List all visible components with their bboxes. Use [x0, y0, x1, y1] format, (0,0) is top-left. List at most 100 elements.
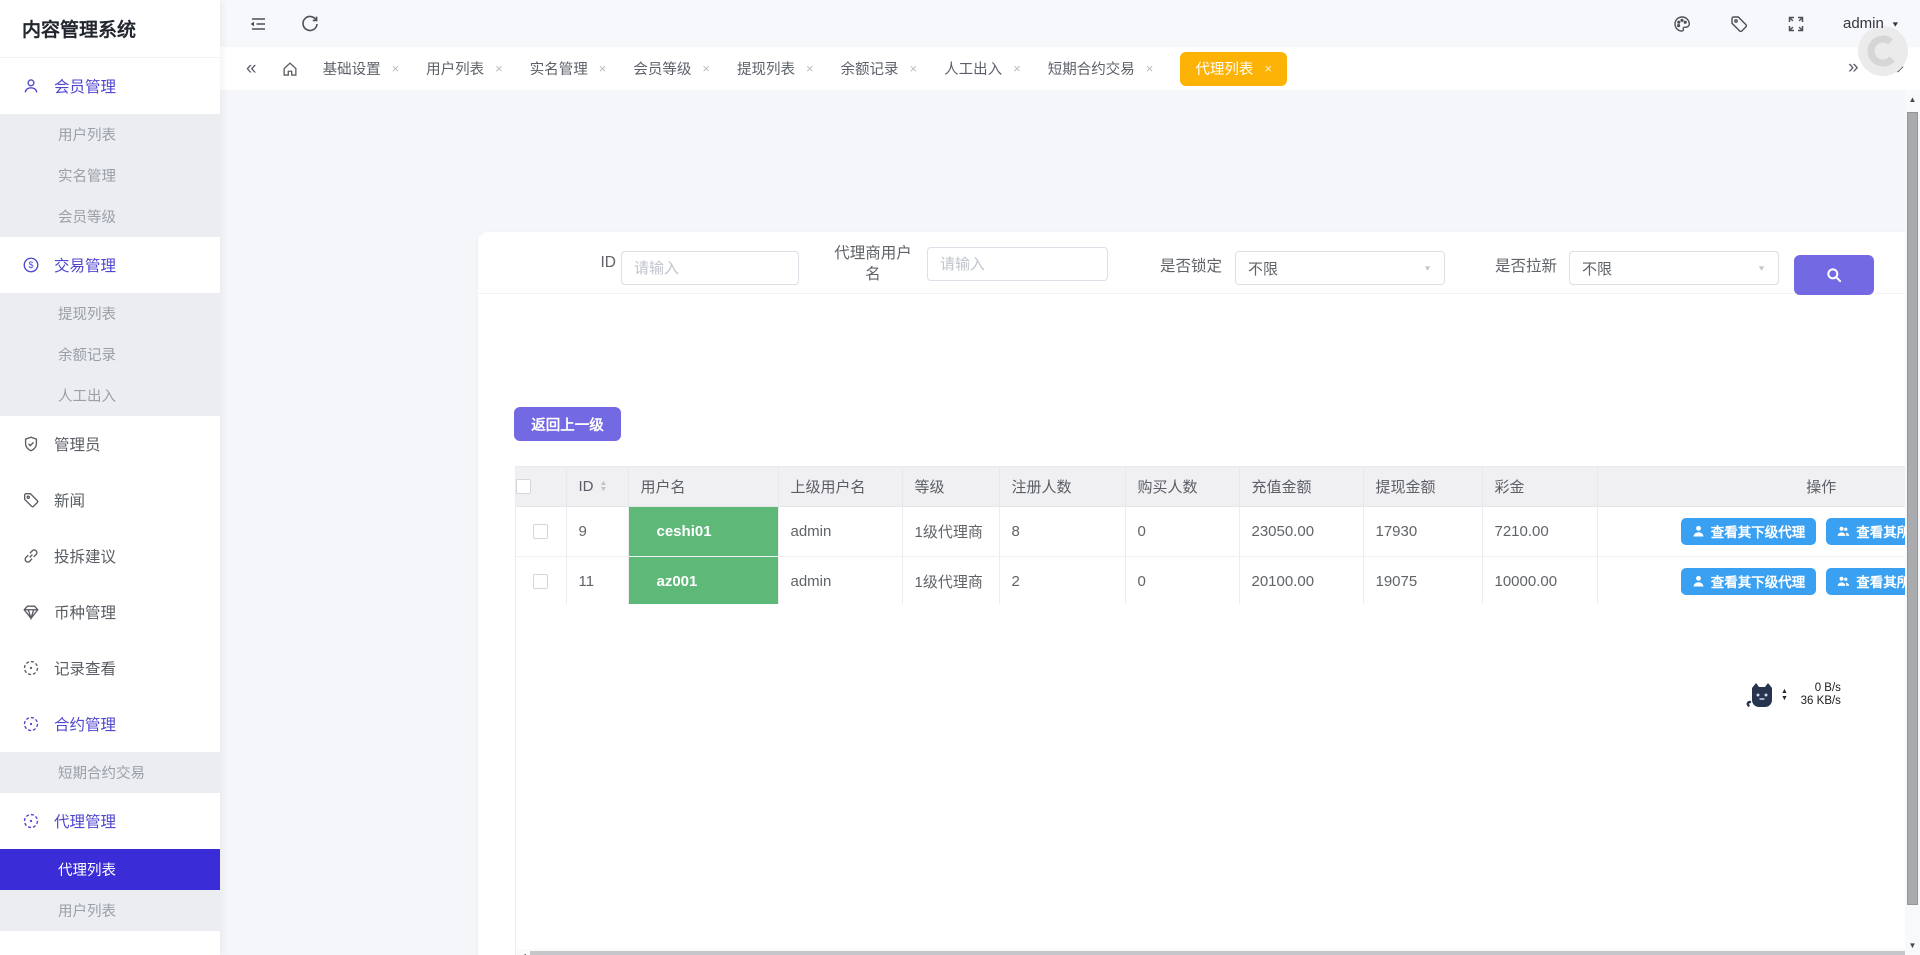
tab-user-list[interactable]: 用户列表 × [426, 58, 503, 79]
sidebar-item-currency-management[interactable]: 币种管理 [0, 584, 220, 640]
col-id[interactable]: ID▲▼ [566, 467, 628, 506]
horizontal-scrollbar[interactable]: ◀ ▶ [516, 949, 1920, 955]
sidebar-submenu-agent: 代理列表 用户列表 [0, 849, 220, 931]
content-card: ID 代理商用户名 是否锁定 不限 ▼ 是否拉新 不限 ▼ 返回 [478, 232, 1920, 955]
lock-filter-select[interactable]: 不限 ▼ [1235, 251, 1445, 285]
close-tab-icon[interactable]: × [1013, 62, 1021, 75]
cell-bonus: 10000.00 [1482, 556, 1597, 606]
tab-basic-settings[interactable]: 基础设置 × [323, 58, 400, 79]
sidebar-submenu-member: 用户列表 实名管理 会员等级 [0, 114, 220, 237]
cell-purchased: 0 [1125, 556, 1239, 606]
people-icon [1837, 525, 1850, 538]
user-icon [22, 77, 40, 95]
col-recharge: 充值金额 [1239, 467, 1363, 506]
close-tab-icon[interactable]: × [599, 62, 607, 75]
lock-filter-label: 是否锁定 [1160, 254, 1222, 276]
sidebar-item-feedback[interactable]: 投拆建议 [0, 528, 220, 584]
view-sub-agents-button[interactable]: 查看其下级代理 [1681, 518, 1817, 545]
sidebar-subitem-realname[interactable]: 实名管理 [0, 155, 220, 196]
close-tab-icon[interactable]: × [1264, 62, 1272, 75]
tab-agent-list[interactable]: 代理列表 × [1180, 52, 1287, 86]
col-bonus: 彩金 [1482, 467, 1597, 506]
sidebar: 内容管理系统 会员管理 用户列表 实名管理 会员等级 $ 交易管理 提现列表 余… [0, 0, 220, 955]
col-registered: 注册人数 [999, 467, 1125, 506]
invite-filter-label: 是否拉新 [1495, 254, 1557, 276]
tab-member-level[interactable]: 会员等级 × [633, 58, 710, 79]
sidebar-item-admin[interactable]: 管理员 [0, 416, 220, 472]
cell-bonus: 7210.00 [1482, 506, 1597, 556]
close-tab-icon[interactable]: × [392, 62, 400, 75]
sidebar-item-contract-management[interactable]: 合约管理 [0, 696, 220, 752]
horizontal-scrollbar-thumb[interactable] [530, 951, 1920, 955]
sidebar-item-label: 投拆建议 [54, 545, 116, 567]
agent-name-filter-label: 代理商用户名 [830, 243, 916, 285]
id-filter-label: ID [566, 254, 616, 272]
navbar: admin ▼ [220, 0, 1920, 47]
network-speed-widget[interactable]: ▲ ▼ 0 B/s 36 KB/s [1746, 680, 1841, 709]
close-tab-icon[interactable]: × [1146, 62, 1154, 75]
close-tab-icon[interactable]: × [806, 62, 814, 75]
scroll-down-arrow-icon[interactable]: ▼ [1905, 941, 1920, 950]
refresh-icon[interactable] [300, 14, 320, 34]
sidebar-submenu-trade: 提现列表 余额记录 人工出入 [0, 293, 220, 416]
sidebar-item-member-management[interactable]: 会员管理 [0, 58, 220, 114]
sidebar-item-records-view[interactable]: 记录查看 [0, 640, 220, 696]
sidebar-subitem-withdraw-list[interactable]: 提现列表 [0, 293, 220, 334]
sidebar-item-agent-management[interactable]: 代理管理 [0, 793, 220, 849]
search-button[interactable] [1794, 255, 1874, 295]
cell-withdraw: 17930 [1363, 506, 1482, 556]
sidebar-item-trade-management[interactable]: $ 交易管理 [0, 237, 220, 293]
sidebar-item-news[interactable]: 新闻 [0, 472, 220, 528]
scroll-tabs-right-icon[interactable]: » [1848, 58, 1859, 77]
theme-palette-icon[interactable] [1672, 14, 1692, 34]
invite-filter-select[interactable]: 不限 ▼ [1569, 251, 1779, 285]
tab-withdraw-list[interactable]: 提现列表 × [737, 58, 814, 79]
cell-level: 1级代理商 [902, 506, 999, 556]
person-icon [1692, 575, 1705, 588]
row-checkbox[interactable] [533, 574, 548, 589]
collapse-menu-icon[interactable] [248, 14, 268, 34]
sidebar-subitem-manual-inout[interactable]: 人工出入 [0, 375, 220, 416]
fullscreen-icon[interactable] [1786, 14, 1806, 34]
tag-icon[interactable] [1729, 14, 1749, 34]
link-icon [22, 547, 40, 565]
shield-check-icon [22, 435, 40, 453]
tab-short-contract[interactable]: 短期合约交易 × [1048, 58, 1154, 79]
sidebar-subitem-short-contract[interactable]: 短期合约交易 [0, 752, 220, 793]
user-menu[interactable]: admin ▼ [1843, 15, 1900, 32]
back-to-parent-button[interactable]: 返回上一级 [514, 407, 621, 441]
select-all-checkbox[interactable] [516, 479, 531, 494]
sort-icon[interactable]: ▲▼ [600, 481, 607, 493]
scroll-tabs-left-icon[interactable]: « [246, 59, 257, 78]
close-tab-icon[interactable]: × [495, 62, 503, 75]
col-username: 用户名 [628, 467, 778, 506]
sidebar-subitem-agent-user-list[interactable]: 用户列表 [0, 890, 220, 931]
sidebar-subitem-agent-list[interactable]: 代理列表 [0, 849, 220, 890]
row-checkbox[interactable] [533, 524, 548, 539]
vertical-scrollbar[interactable]: ▲ ▼ [1905, 90, 1920, 955]
screen: 内容管理系统 会员管理 用户列表 实名管理 会员等级 $ 交易管理 提现列表 余… [0, 0, 1920, 955]
cat-icon [1746, 680, 1776, 709]
sidebar-item-label: 合约管理 [54, 713, 116, 735]
history-icon [22, 812, 40, 830]
agent-name-filter-input[interactable] [927, 247, 1108, 281]
sidebar-subitem-member-level[interactable]: 会员等级 [0, 196, 220, 237]
sidebar-item-label: 管理员 [54, 433, 101, 455]
scroll-up-arrow-icon[interactable]: ▲ [1905, 95, 1920, 104]
tab-manual-inout[interactable]: 人工出入 × [944, 58, 1021, 79]
agents-table: ID▲▼ 用户名 上级用户名 等级 注册人数 购买人数 充值金额 提现金额 彩金… [515, 466, 1920, 955]
id-filter-input[interactable] [621, 251, 799, 285]
sidebar-subitem-user-list[interactable]: 用户列表 [0, 114, 220, 155]
tab-realname[interactable]: 实名管理 × [530, 58, 607, 79]
sidebar-subitem-balance-records[interactable]: 余额记录 [0, 334, 220, 375]
close-tab-icon[interactable]: × [910, 62, 918, 75]
tab-balance-records[interactable]: 余额记录 × [841, 58, 918, 79]
view-sub-agents-button[interactable]: 查看其下级代理 [1681, 568, 1817, 595]
home-icon[interactable] [281, 60, 299, 78]
close-tab-icon[interactable]: × [702, 62, 710, 75]
vertical-scrollbar-thumb[interactable] [1907, 112, 1918, 905]
cell-parent: admin [778, 506, 902, 556]
col-actions: 操作 [1597, 467, 1920, 506]
sidebar-item-label: 新闻 [54, 489, 85, 511]
search-icon [1825, 266, 1843, 284]
